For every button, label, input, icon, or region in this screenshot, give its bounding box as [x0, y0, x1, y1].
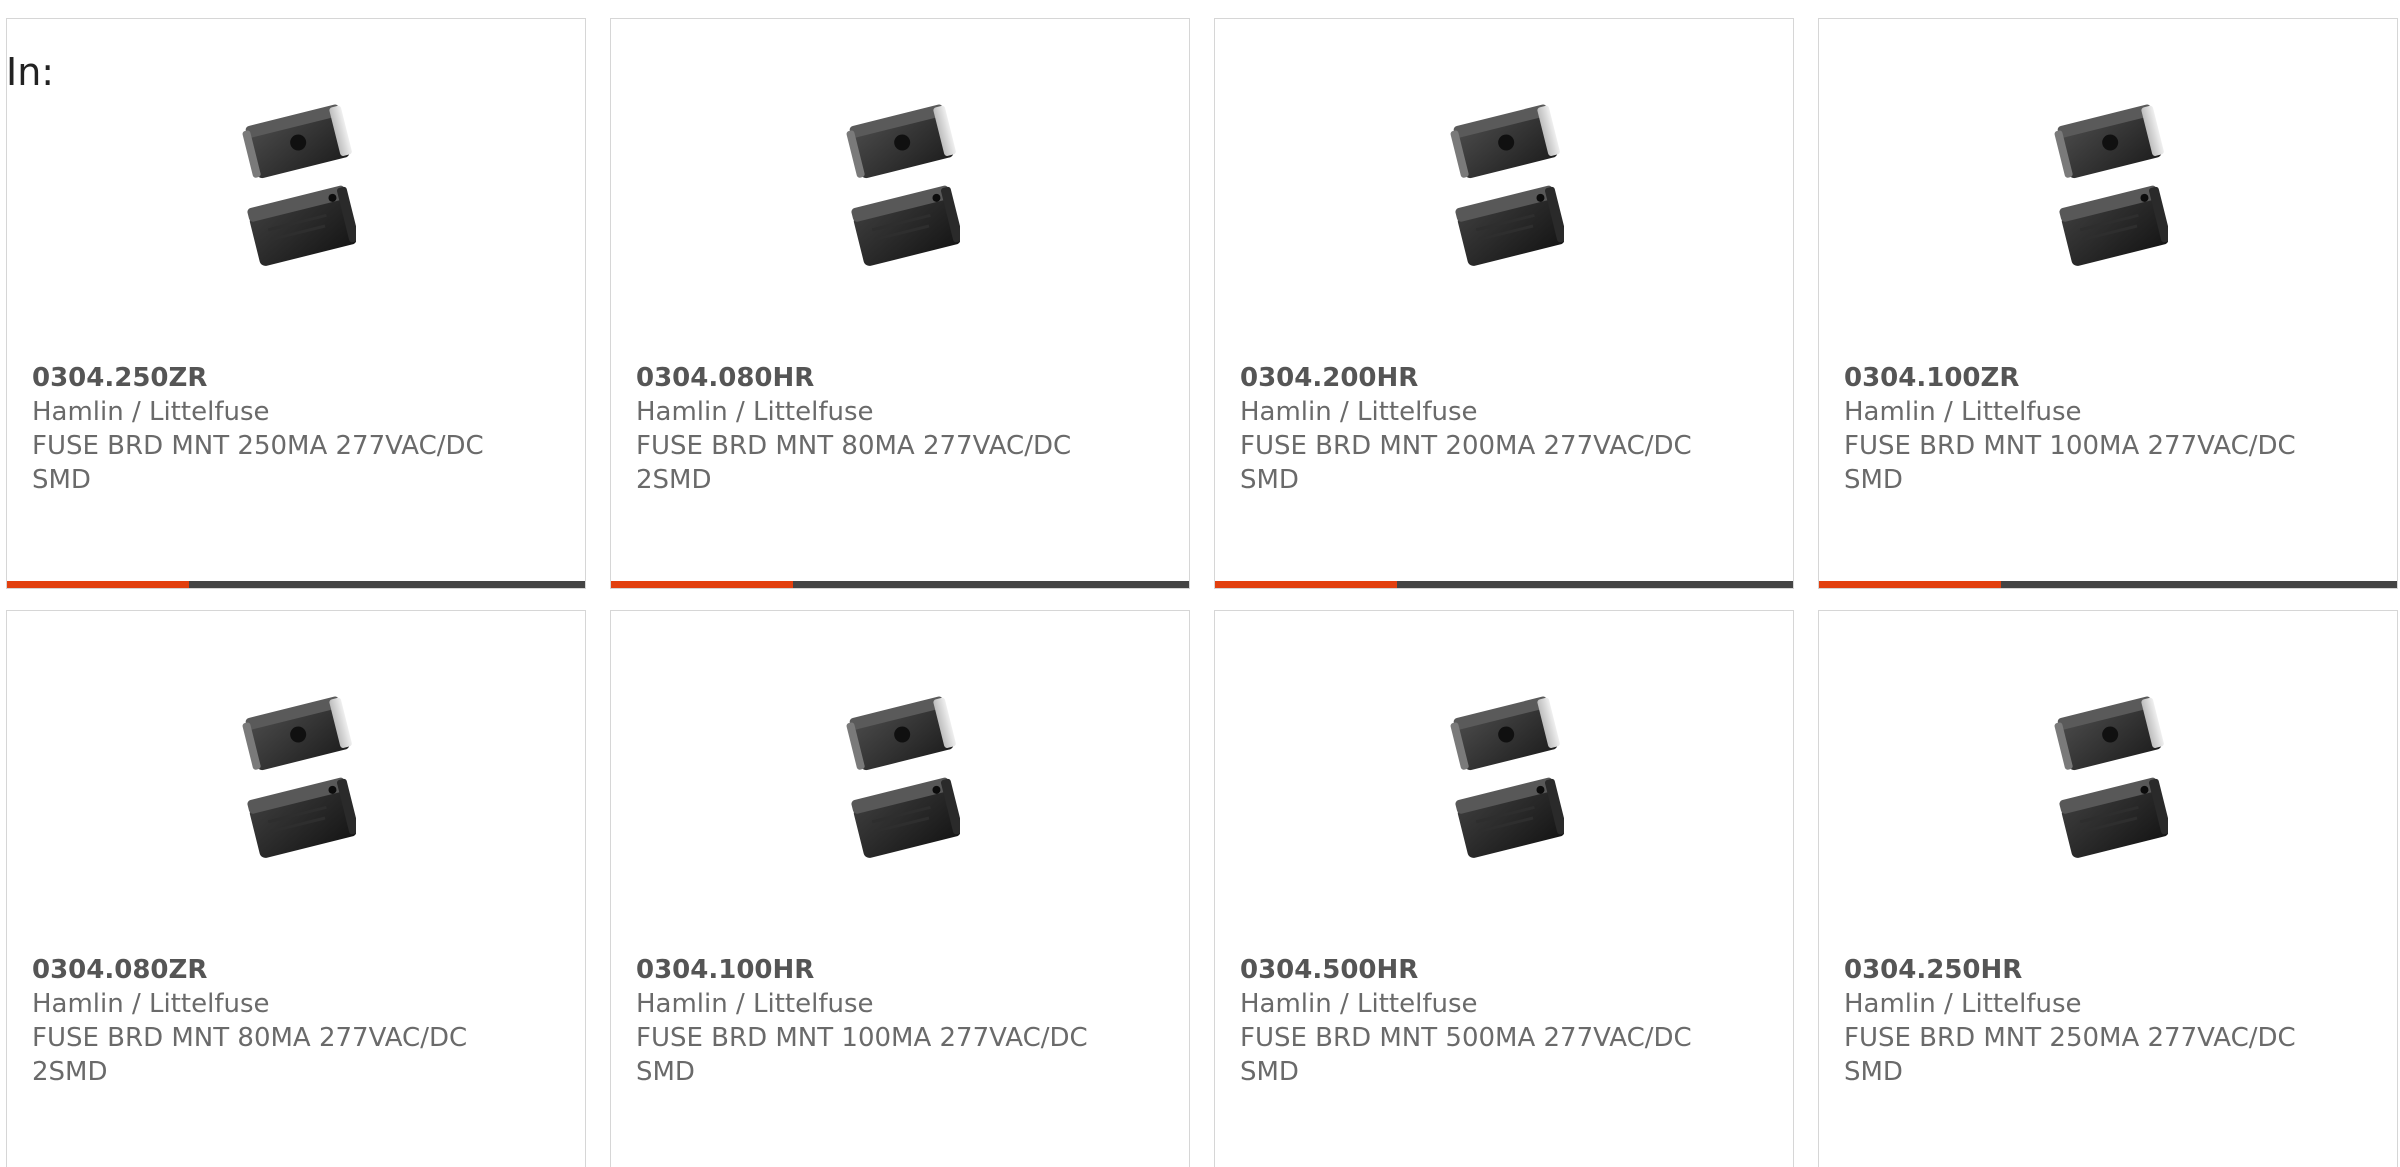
smd-fuse-product-image: [846, 696, 960, 858]
card-footer-bar: [611, 581, 1189, 588]
manufacturer: Hamlin / Littelfuse: [1240, 989, 1478, 1019]
product-card[interactable]: 0304.250HR Hamlin / Littelfuse FUSE BRD …: [1818, 610, 2398, 1167]
product-image[interactable]: [7, 19, 585, 359]
card-footer-accent: [1215, 581, 1397, 588]
manufacturer: Hamlin / Littelfuse: [32, 397, 270, 427]
part-number[interactable]: 0304.200HR: [1240, 361, 1768, 395]
part-number[interactable]: 0304.080HR: [636, 361, 1164, 395]
card-footer-accent: [1819, 581, 2001, 588]
manufacturer: Hamlin / Littelfuse: [32, 989, 270, 1019]
product-description: FUSE BRD MNT 500MA 277VAC/DC SMD: [1240, 1023, 1692, 1087]
product-info: 0304.250ZR Hamlin / Littelfuse FUSE BRD …: [32, 361, 560, 497]
product-image[interactable]: [611, 19, 1189, 359]
product-image[interactable]: [1215, 611, 1793, 951]
product-card[interactable]: 0304.080HR Hamlin / Littelfuse FUSE BRD …: [610, 18, 1190, 589]
product-grid: 0304.250ZR Hamlin / Littelfuse FUSE BRD …: [6, 18, 2400, 1167]
product-info: 0304.100ZR Hamlin / Littelfuse FUSE BRD …: [1844, 361, 2372, 497]
product-info: 0304.200HR Hamlin / Littelfuse FUSE BRD …: [1240, 361, 1768, 497]
card-footer-bar: [7, 581, 585, 588]
product-info: 0304.500HR Hamlin / Littelfuse FUSE BRD …: [1240, 953, 1768, 1089]
part-number[interactable]: 0304.500HR: [1240, 953, 1768, 987]
product-description: FUSE BRD MNT 100MA 277VAC/DC SMD: [636, 1023, 1088, 1087]
card-footer-bar: [1819, 581, 2397, 588]
product-image[interactable]: [1819, 611, 2397, 951]
smd-fuse-product-image: [242, 696, 356, 858]
part-number[interactable]: 0304.100ZR: [1844, 361, 2372, 395]
card-footer-accent: [611, 581, 793, 588]
product-card[interactable]: 0304.100HR Hamlin / Littelfuse FUSE BRD …: [610, 610, 1190, 1167]
part-number[interactable]: 0304.100HR: [636, 953, 1164, 987]
smd-fuse-product-image: [2054, 696, 2168, 858]
product-card[interactable]: 0304.100ZR Hamlin / Littelfuse FUSE BRD …: [1818, 18, 2398, 589]
card-footer-accent: [7, 581, 189, 588]
product-description: FUSE BRD MNT 100MA 277VAC/DC SMD: [1844, 431, 2296, 495]
product-card[interactable]: 0304.200HR Hamlin / Littelfuse FUSE BRD …: [1214, 18, 1794, 589]
part-number[interactable]: 0304.250HR: [1844, 953, 2372, 987]
product-image[interactable]: [611, 611, 1189, 951]
product-card[interactable]: 0304.080ZR Hamlin / Littelfuse FUSE BRD …: [6, 610, 586, 1167]
product-description: FUSE BRD MNT 80MA 277VAC/DC 2SMD: [32, 1023, 468, 1087]
manufacturer: Hamlin / Littelfuse: [636, 397, 874, 427]
part-number[interactable]: 0304.080ZR: [32, 953, 560, 987]
smd-fuse-product-image: [846, 104, 960, 266]
product-info: 0304.080ZR Hamlin / Littelfuse FUSE BRD …: [32, 953, 560, 1089]
product-grid-page: In: 0304.250ZR Hamlin / Littelfuse FUSE …: [0, 0, 2400, 1167]
part-number[interactable]: 0304.250ZR: [32, 361, 560, 395]
manufacturer: Hamlin / Littelfuse: [1240, 397, 1478, 427]
product-info: 0304.080HR Hamlin / Littelfuse FUSE BRD …: [636, 361, 1164, 497]
product-info: 0304.100HR Hamlin / Littelfuse FUSE BRD …: [636, 953, 1164, 1089]
smd-fuse-product-image: [242, 104, 356, 266]
smd-fuse-product-image: [1450, 696, 1564, 858]
product-info: 0304.250HR Hamlin / Littelfuse FUSE BRD …: [1844, 953, 2372, 1089]
card-footer-bar: [1215, 581, 1793, 588]
product-description: FUSE BRD MNT 250MA 277VAC/DC SMD: [32, 431, 484, 495]
manufacturer: Hamlin / Littelfuse: [636, 989, 874, 1019]
manufacturer: Hamlin / Littelfuse: [1844, 989, 2082, 1019]
in-label: In:: [6, 50, 55, 94]
product-description: FUSE BRD MNT 80MA 277VAC/DC 2SMD: [636, 431, 1072, 495]
smd-fuse-product-image: [2054, 104, 2168, 266]
product-description: FUSE BRD MNT 250MA 277VAC/DC SMD: [1844, 1023, 2296, 1087]
manufacturer: Hamlin / Littelfuse: [1844, 397, 2082, 427]
product-card[interactable]: 0304.250ZR Hamlin / Littelfuse FUSE BRD …: [6, 18, 586, 589]
smd-fuse-product-image: [1450, 104, 1564, 266]
product-image[interactable]: [1215, 19, 1793, 359]
product-image[interactable]: [1819, 19, 2397, 359]
product-image[interactable]: [7, 611, 585, 951]
product-description: FUSE BRD MNT 200MA 277VAC/DC SMD: [1240, 431, 1692, 495]
product-card[interactable]: 0304.500HR Hamlin / Littelfuse FUSE BRD …: [1214, 610, 1794, 1167]
